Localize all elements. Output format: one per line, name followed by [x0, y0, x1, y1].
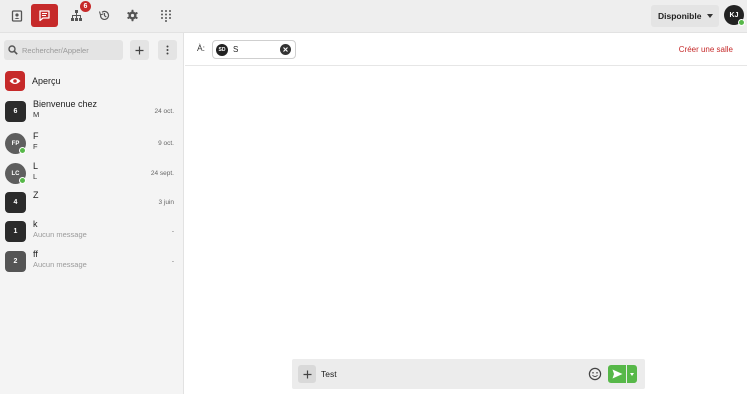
preview-label: Aperçu	[32, 76, 61, 86]
top-bar: 6 Disponible KJ	[0, 0, 747, 33]
online-status-dot	[19, 177, 26, 184]
conversation-preview: F	[33, 142, 38, 151]
conversation-title: F	[33, 131, 39, 141]
org-chart-icon	[71, 10, 82, 21]
more-options-button[interactable]	[158, 40, 177, 60]
conversation-preview: M	[33, 110, 40, 119]
chat-icon	[39, 10, 50, 22]
to-label: À:	[197, 43, 206, 53]
chevron-down-icon	[630, 372, 634, 376]
plus-icon	[135, 46, 144, 54]
search-box[interactable]	[4, 40, 123, 60]
plus-icon	[303, 370, 311, 378]
recipient-bar: À: SD S Créer une salle	[185, 33, 747, 66]
dialpad-icon	[160, 10, 171, 22]
org-chart-badge: 6	[80, 1, 91, 12]
kebab-menu-icon	[166, 45, 169, 55]
gear-icon	[127, 9, 138, 22]
conversation-preview: Aucun message	[33, 260, 87, 269]
status-dropdown[interactable]: Disponible	[651, 5, 719, 27]
message-input[interactable]: Test	[321, 369, 337, 379]
chevron-down-icon	[707, 14, 713, 18]
emoji-icon[interactable]	[588, 367, 602, 381]
conversation-item[interactable]: 6 Bienvenue chez M 24 oct.	[5, 99, 180, 125]
search-input[interactable]	[22, 45, 122, 55]
send-options-button[interactable]	[627, 365, 637, 383]
conversation-item[interactable]: 2 ff Aucun message -	[5, 249, 180, 275]
conversation-date: -	[171, 228, 174, 235]
eye-icon	[5, 71, 25, 91]
conversation-item[interactable]: 4Z 3 juin	[5, 190, 180, 216]
conversation-date: 9 oct.	[158, 140, 174, 147]
status-label: Disponible	[658, 11, 702, 21]
message-composer: Test	[292, 359, 645, 389]
conversation-avatar: 1	[5, 221, 26, 242]
conversation-date: 24 oct.	[154, 108, 174, 115]
send-button[interactable]	[608, 365, 626, 383]
conversation-avatar: 4	[5, 192, 26, 213]
conversation-preview: Aucun message	[33, 230, 87, 239]
nav-settings-button[interactable]	[119, 4, 146, 27]
remove-recipient-button[interactable]	[280, 44, 291, 55]
recipient-name: S	[233, 45, 239, 54]
history-icon	[98, 10, 110, 20]
nav-contacts-button[interactable]	[3, 4, 30, 27]
conversation-title: L	[33, 161, 39, 171]
send-icon	[612, 369, 622, 379]
conversation-date: 24 sept.	[150, 170, 174, 177]
user-initials: KJ	[729, 11, 739, 19]
nav-history-button[interactable]	[91, 4, 118, 27]
conversation-title: ff	[33, 249, 38, 259]
conversation-title: Z	[33, 190, 39, 200]
close-icon	[283, 47, 288, 52]
conversation-item[interactable]: 1 k Aucun message -	[5, 219, 180, 245]
recipient-avatar: SD	[216, 43, 228, 56]
conversation-item[interactable]: LC L L 24 sept.	[5, 161, 180, 187]
conversation-date: 3 juin	[158, 199, 174, 206]
sidebar: Aperçu 6Bienvenue chezM24 oct.FPFF9 oct.…	[0, 33, 184, 394]
conversation-item[interactable]: FP F F 9 oct.	[5, 131, 180, 157]
conversation-date: -	[171, 258, 174, 265]
conversation-preview: L	[33, 172, 38, 181]
create-room-link[interactable]: Créer une salle	[679, 45, 733, 54]
nav-messages-button[interactable]	[31, 4, 58, 27]
contact-card-icon	[11, 9, 22, 22]
conversation-title: Bienvenue chez	[33, 99, 98, 109]
online-status-dot	[738, 19, 745, 26]
search-icon	[8, 45, 18, 55]
online-status-dot	[19, 147, 26, 154]
nav-dialpad-button[interactable]	[152, 4, 179, 27]
user-avatar[interactable]: KJ	[724, 5, 745, 26]
conversation-avatar: 6	[5, 101, 26, 122]
nav-org-chart-button[interactable]: 6	[63, 1, 91, 27]
recipient-chip[interactable]: SD S	[212, 40, 296, 59]
new-conversation-button[interactable]	[130, 40, 149, 60]
preview-item[interactable]: Aperçu	[5, 71, 180, 91]
conversation-title: k	[33, 219, 38, 229]
conversation-avatar: 2	[5, 251, 26, 272]
attach-button[interactable]	[298, 365, 316, 383]
